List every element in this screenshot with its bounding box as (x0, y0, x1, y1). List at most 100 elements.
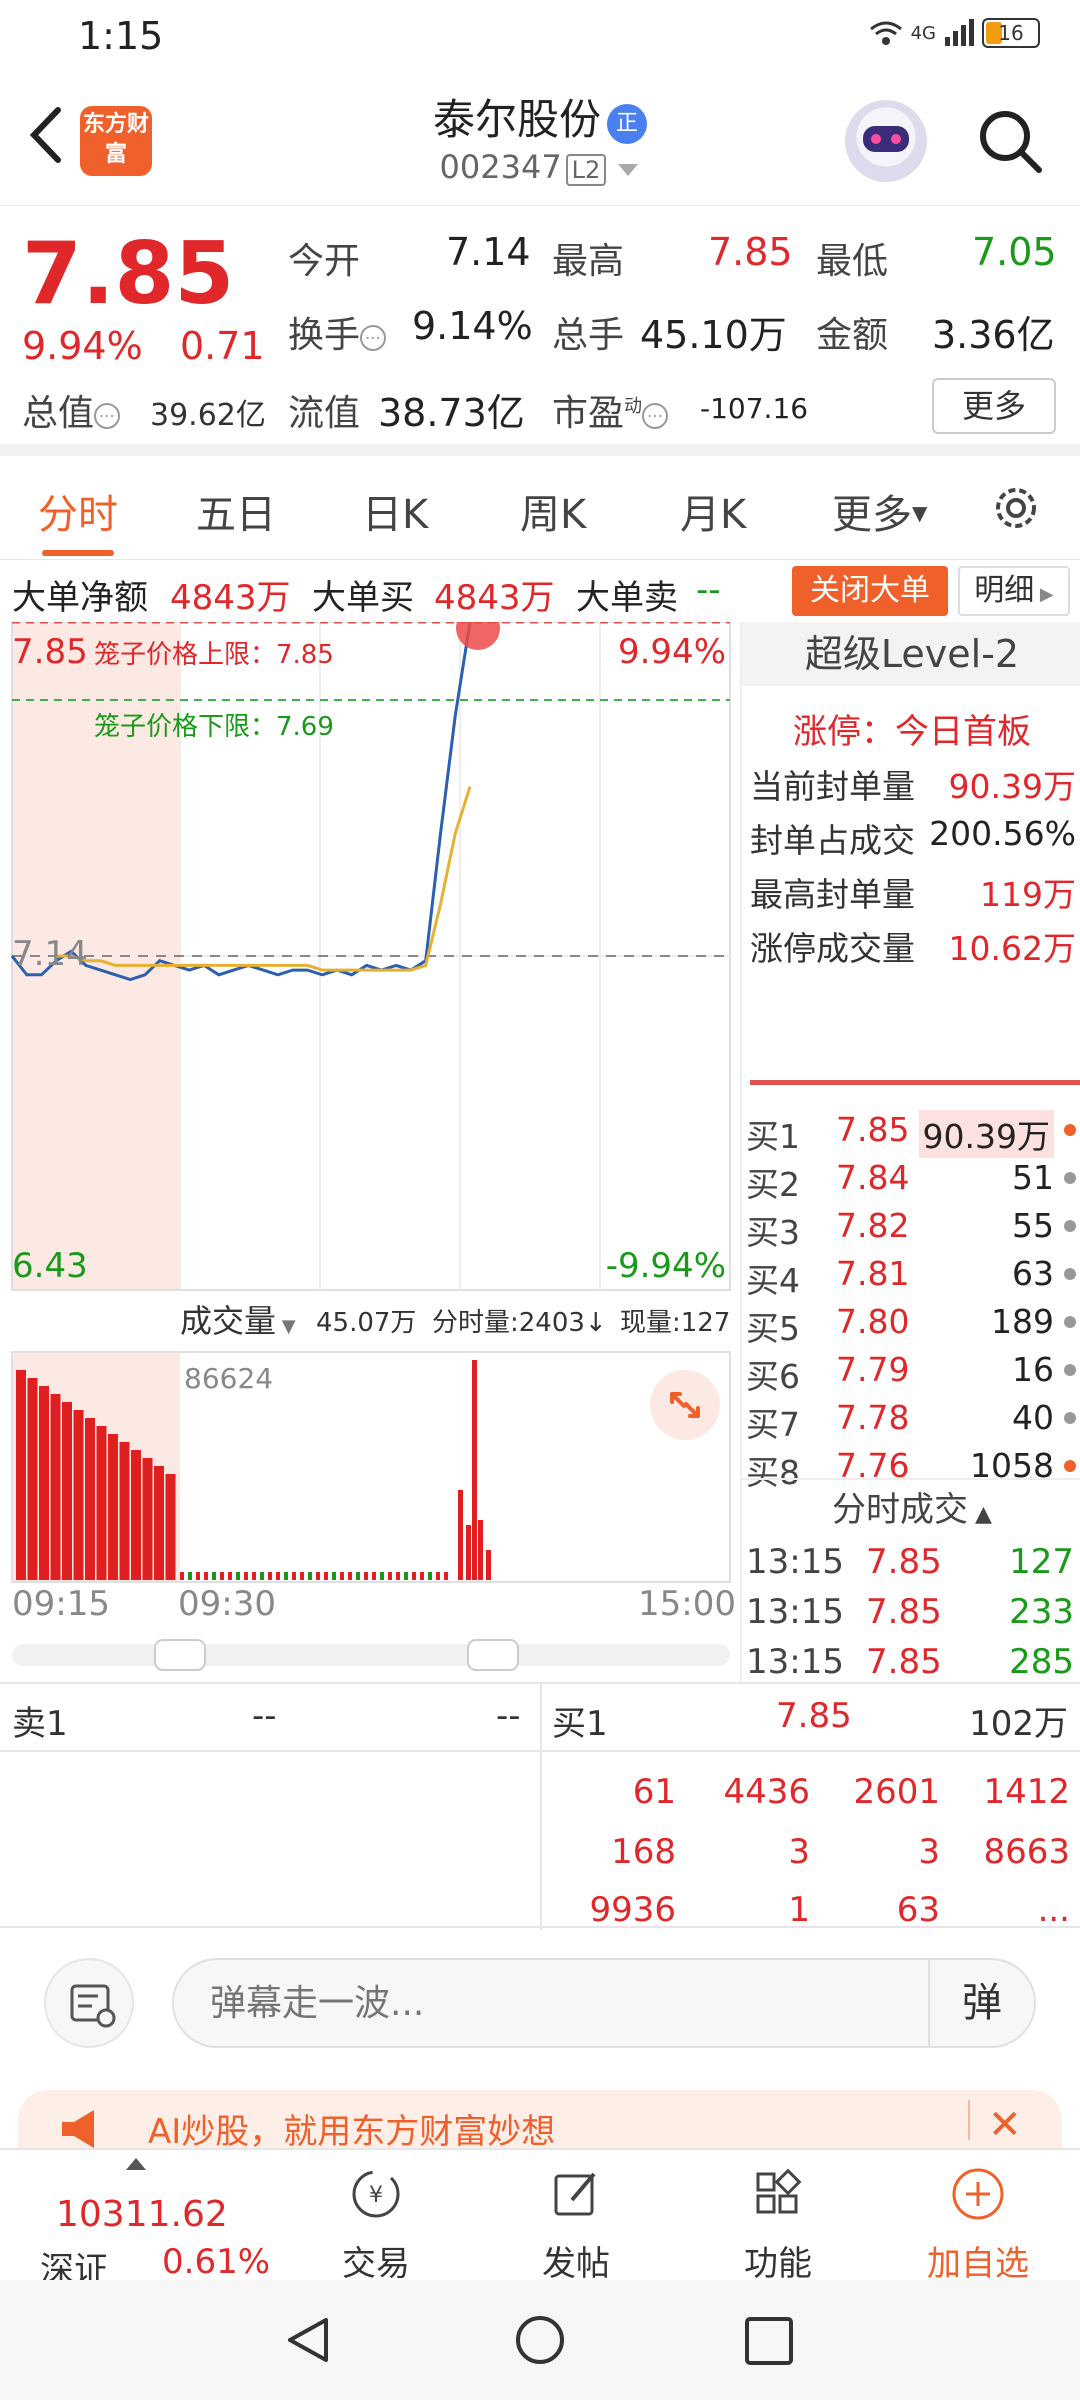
volume-bar (436, 1572, 440, 1580)
volume-bar (62, 1402, 72, 1580)
volume-bar (244, 1572, 248, 1580)
low-label: 最低 (816, 241, 889, 282)
queue-cell: ... (1037, 1890, 1070, 1930)
change-percent: 9.94% (22, 324, 143, 368)
promo-text: AI炒股，就用东方财富妙想 (148, 2112, 556, 2150)
edit-icon (554, 2172, 596, 2216)
comment-settings-button[interactable] (44, 1958, 134, 2048)
bid-row[interactable]: 买7 7.78 40 (746, 1394, 1080, 1444)
high-label: 最高 (552, 241, 625, 282)
volume-now: 现量:127 (620, 1308, 731, 1338)
volume-bar (108, 1434, 118, 1580)
stock-header: 东方财富 泰尔股份正 002347 L2 (0, 70, 1080, 206)
caret-down-icon: ▼ (276, 1316, 296, 1337)
level-badge: L2 (565, 154, 607, 186)
bid-row[interactable]: 买4 7.81 63 (746, 1250, 1080, 1300)
volume-bar (332, 1572, 336, 1580)
volume-bar (300, 1572, 304, 1580)
wifi-icon (869, 21, 902, 45)
volume-bar (466, 1525, 471, 1580)
change-amount: 0.71 (180, 324, 265, 368)
volume-label: 总手 (552, 315, 625, 356)
function-button[interactable]: 功能 (718, 2164, 838, 2285)
tab-monthly-k[interactable]: 月K (680, 482, 746, 540)
gear-icon[interactable] (988, 480, 1044, 536)
promo-banner[interactable]: AI炒股，就用东方财富妙想 ✕ (18, 2090, 1062, 2150)
tab-five-day[interactable]: 五日 (196, 482, 276, 540)
volume-bar (220, 1572, 224, 1580)
caret-down-icon: ▼ (912, 501, 928, 525)
volume-bar (16, 1370, 26, 1580)
time-scrollbar[interactable] (12, 1644, 730, 1666)
close-icon[interactable]: ✕ (988, 2102, 1022, 2148)
caret-up-icon: ▲ (968, 1502, 992, 1527)
tab-underline (42, 550, 114, 556)
bid-row[interactable]: 买2 7.84 51 (746, 1154, 1080, 1204)
bid-row[interactable]: 买5 7.80 189 (746, 1298, 1080, 1348)
post-button[interactable]: 发帖 (516, 2164, 636, 2285)
volume-bar (180, 1572, 184, 1580)
volume-bar (396, 1572, 400, 1580)
bid-row[interactable]: 买6 7.79 16 (746, 1346, 1080, 1396)
level2-title[interactable]: 超级Level-2 (742, 622, 1080, 686)
volume-bar (412, 1572, 416, 1580)
robot-avatar[interactable] (845, 100, 927, 182)
index-value[interactable]: 10311.62 (56, 2194, 228, 2235)
queue-cell: 1 (788, 1890, 810, 1930)
volume-bar (73, 1410, 84, 1580)
tab-more[interactable]: 更多▼ (832, 482, 927, 540)
time-end-label: 15:00 (638, 1584, 736, 1624)
ticks-header[interactable]: 分时成交 ▲ (742, 1478, 1080, 1538)
buy1-label: 买1 (552, 1704, 608, 1744)
grid-icon (756, 2168, 802, 2214)
intraday-chart[interactable]: 7.85 9.94% 笼子价格上限：7.85 笼子价格下限：7.69 7.14 … (0, 606, 740, 1682)
info-icon[interactable]: ⋯ (360, 325, 387, 351)
status-bar: 1:15 4G 16 (0, 0, 1080, 70)
nav-recent-icon[interactable] (744, 2316, 794, 2366)
volume-selector[interactable]: 成交量 ▼ (180, 1296, 296, 1342)
nav-back-icon[interactable] (282, 2314, 334, 2366)
volume-bar (324, 1572, 328, 1580)
volume-bar (340, 1572, 344, 1580)
tab-daily-k[interactable]: 日K (362, 482, 428, 540)
queue-cell: 61 (632, 1772, 676, 1812)
seal-row: 最高封单量 119万 (750, 875, 1076, 914)
queue-cell: 63 (896, 1890, 940, 1930)
bid-row[interactable]: 买1 7.85 90.39万 (746, 1106, 1080, 1158)
search-icon[interactable] (975, 106, 1045, 176)
info-icon[interactable]: ⋯ (642, 403, 669, 429)
status-icons: 4G 16 (869, 18, 1040, 48)
queue-cell: 1412 (983, 1772, 1070, 1812)
add-watchlist-button[interactable]: 加自选 (918, 2164, 1038, 2285)
buy1-volume: 102万 (969, 1704, 1068, 1744)
signal-icon (945, 19, 974, 46)
expand-button[interactable] (650, 1370, 720, 1440)
volume-bar (228, 1572, 232, 1580)
volume-bar (444, 1572, 448, 1580)
pe-label: 市盈动 ⋯ (552, 384, 669, 436)
tab-weekly-k[interactable]: 周K (520, 482, 586, 540)
danmu-input[interactable] (172, 1958, 1036, 2048)
nav-home-icon[interactable] (514, 2314, 566, 2366)
sell1-volume: -- (496, 1696, 521, 1736)
scroll-handle-right[interactable] (467, 1639, 519, 1671)
turnover-value: 9.14% (412, 304, 533, 348)
big-buy-label: 大单买 (312, 578, 414, 618)
volume-bar (316, 1572, 320, 1580)
detail-button[interactable]: 明细 ▶ (958, 566, 1070, 616)
volume-bar (204, 1572, 208, 1580)
trade-button[interactable]: ¥ 交易 (316, 2164, 436, 2285)
more-button[interactable]: 更多 (932, 378, 1056, 434)
scroll-handle-left[interactable] (154, 1639, 206, 1671)
volume-bar (486, 1550, 491, 1580)
tab-intraday[interactable]: 分时 (38, 482, 118, 540)
info-icon[interactable]: ⋯ (94, 403, 121, 429)
volume-bar (96, 1426, 107, 1580)
volume-bar (388, 1572, 392, 1580)
danmu-toggle-button[interactable]: 弹 (928, 1960, 1034, 2046)
amount-value: 3.36亿 (932, 313, 1055, 357)
big-sell-label: 大单卖 (576, 578, 678, 618)
chevron-down-icon (618, 164, 639, 176)
bid-row[interactable]: 买3 7.82 55 (746, 1202, 1080, 1252)
close-big-order-button[interactable]: 关闭大单 (792, 566, 948, 616)
